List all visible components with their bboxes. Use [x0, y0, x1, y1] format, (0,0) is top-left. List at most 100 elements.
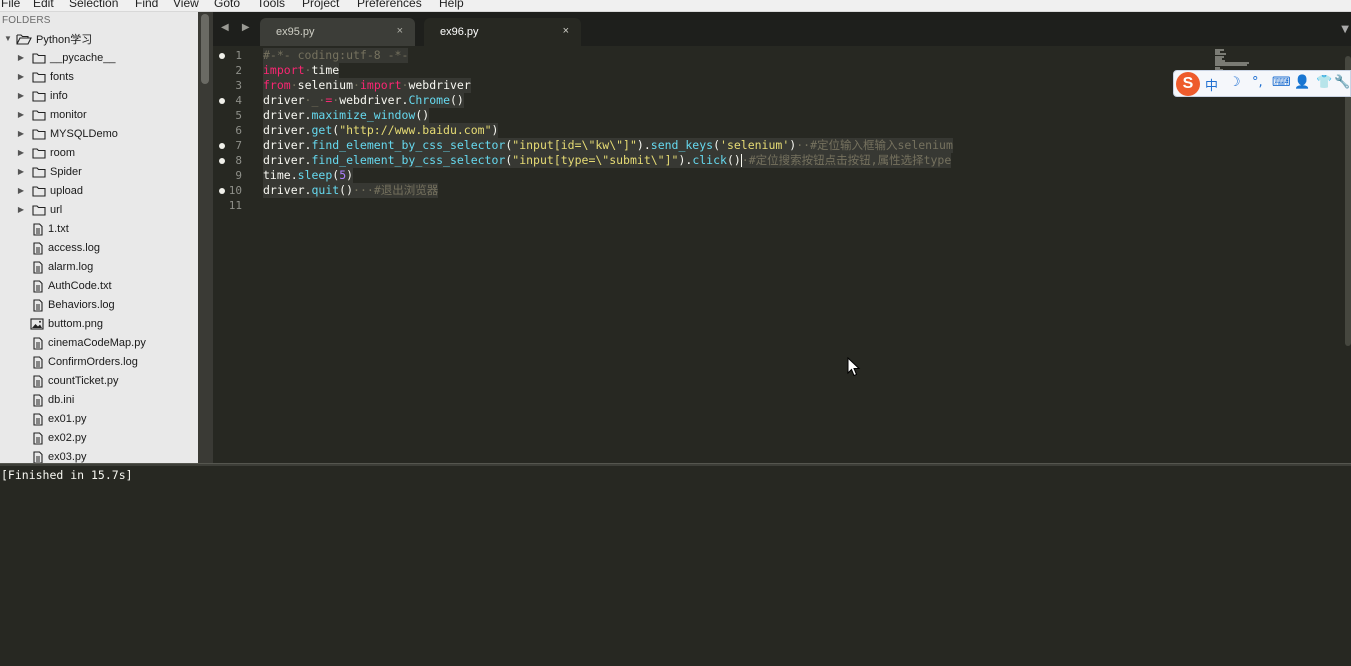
tree-root-folder[interactable]: ▼ Python学习 — [0, 29, 198, 48]
tree-file[interactable]: buttom.png — [0, 314, 198, 333]
menu-item-edit[interactable]: Edit — [33, 0, 54, 10]
file-icon — [32, 260, 44, 274]
tree-file[interactable]: 1.txt — [0, 219, 198, 238]
code-token: time. — [263, 168, 298, 182]
build-output-text: [Finished in 15.7s] — [1, 468, 133, 482]
code-token: click — [692, 153, 727, 167]
code-line[interactable]: driver.find_element_by_css_selector("inp… — [263, 138, 953, 153]
code-token: #定位输入框输入selenium — [810, 138, 953, 152]
chevron-right-icon[interactable]: ▶ — [16, 186, 26, 196]
tab-dropdown-icon[interactable]: ▼ — [1341, 24, 1349, 35]
tree-file[interactable]: ex03.py — [0, 447, 198, 463]
menu-item-selection[interactable]: Selection — [69, 0, 118, 10]
tree-file[interactable]: AuthCode.txt — [0, 276, 198, 295]
code-line[interactable]: driver.get("http://www.baidu.com") — [263, 123, 499, 138]
file-icon — [32, 412, 44, 426]
code-token: webdriver. — [339, 93, 409, 107]
menu-item-preferences[interactable]: Preferences — [357, 0, 422, 10]
editor-scrollbar[interactable] — [1345, 46, 1351, 463]
tree-file[interactable]: db.ini — [0, 390, 198, 409]
close-icon[interactable]: × — [397, 25, 403, 37]
menu-item-file[interactable]: File — [1, 0, 20, 10]
menu-item-view[interactable]: View — [173, 0, 199, 10]
menu-item-find[interactable]: Find — [135, 0, 158, 10]
code-token: time — [311, 63, 340, 77]
file-icon — [32, 279, 44, 293]
tree-folder[interactable]: ▶ url — [0, 200, 198, 219]
menu-item-help[interactable]: Help — [439, 0, 464, 10]
chevron-down-icon[interactable]: ▼ — [3, 34, 13, 44]
tree-item-label: ex02.py — [48, 431, 87, 444]
ime-skin-icon[interactable]: 👕 — [1316, 75, 1332, 90]
tree-file[interactable]: ConfirmOrders.log — [0, 352, 198, 371]
code-token: · — [353, 78, 360, 92]
code-line[interactable]: driver·_·=·webdriver.Chrome() — [263, 93, 464, 108]
chevron-right-icon[interactable]: ▶ — [16, 91, 26, 101]
line-gutter: 1 2 3 4 5 6 7 8 9 10 11 — [213, 46, 261, 463]
tree-folder[interactable]: ▶ fonts — [0, 67, 198, 86]
tree-file[interactable]: Behaviors.log — [0, 295, 198, 314]
line-number: 7 — [235, 139, 242, 152]
code-line[interactable]: driver.quit()···#退出浏览器 — [263, 183, 439, 198]
ime-keyboard-icon[interactable]: ⌨ — [1272, 75, 1291, 90]
tree-folder[interactable]: ▶ MYSQLDemo — [0, 124, 198, 143]
code-line[interactable]: #-*- coding:utf-8 -*- — [263, 48, 409, 63]
sogou-logo-icon[interactable]: S — [1176, 72, 1200, 96]
tree-file[interactable]: alarm.log — [0, 257, 198, 276]
folders-header: FOLDERS — [2, 15, 51, 26]
modified-line-dot-icon — [219, 187, 225, 194]
modified-line-dot-icon — [219, 157, 225, 164]
code-token: #-*- coding:utf-8 -*- — [263, 48, 409, 62]
menu-item-goto[interactable]: Goto — [214, 0, 240, 10]
tree-folder[interactable]: ▶ upload — [0, 181, 198, 200]
code-line[interactable]: time.sleep(5) — [263, 168, 354, 183]
ime-chinese-mode-icon[interactable]: 中 — [1205, 75, 1218, 94]
editor-scroll-thumb[interactable] — [1345, 56, 1351, 346]
sidebar-scrollbar[interactable] — [198, 12, 213, 463]
ime-punctuation-icon[interactable]: °, — [1252, 75, 1263, 90]
tree-folder[interactable]: ▶ info — [0, 86, 198, 105]
tab-ex95[interactable]: ex95.py × — [260, 18, 415, 46]
tab-nav-arrows[interactable]: ◀ ▶ — [221, 22, 255, 33]
tree-folder[interactable]: ▶ room — [0, 143, 198, 162]
ime-user-icon[interactable]: 👤 — [1294, 75, 1310, 90]
tree-file[interactable]: ex02.py — [0, 428, 198, 447]
modified-line-dot-icon — [219, 142, 225, 149]
chevron-right-icon[interactable]: ▶ — [16, 53, 26, 63]
tree-item-label: countTicket.py — [48, 374, 119, 387]
tree-item-label: Spider — [50, 165, 82, 178]
chevron-right-icon[interactable]: ▶ — [16, 148, 26, 158]
folder-icon — [32, 128, 46, 140]
chevron-right-icon[interactable]: ▶ — [16, 110, 26, 120]
tree-folder[interactable]: ▶ __pycache__ — [0, 48, 198, 67]
tree-file[interactable]: ex01.py — [0, 409, 198, 428]
code-line[interactable]: driver.maximize_window() — [263, 108, 430, 123]
code-token: · — [290, 78, 298, 92]
chevron-right-icon[interactable]: ▶ — [16, 72, 26, 82]
tree-file[interactable]: countTicket.py — [0, 371, 198, 390]
tree-folder[interactable]: ▶ monitor — [0, 105, 198, 124]
tree-item-label: fonts — [50, 70, 74, 83]
ime-moon-icon[interactable]: ☽ — [1229, 75, 1241, 90]
tree-item-label: buttom.png — [48, 317, 104, 330]
tree-file[interactable]: access.log — [0, 238, 198, 257]
ime-wrench-icon[interactable]: 🔧 — [1334, 75, 1350, 90]
menu-item-tools[interactable]: Tools — [257, 0, 285, 10]
tree-file[interactable]: cinemaCodeMap.py — [0, 333, 198, 352]
chevron-right-icon[interactable]: ▶ — [16, 129, 26, 139]
file-icon — [32, 298, 44, 312]
menu-item-project[interactable]: Project — [302, 0, 339, 10]
close-icon[interactable]: × — [563, 25, 569, 37]
code-line[interactable]: from·selenium·import·webdriver — [263, 78, 471, 93]
tab-ex96[interactable]: ex96.py × — [424, 18, 581, 46]
ime-toolbar[interactable]: S 中 ☽ °, ⌨ 👤 👕 🔧 — [1173, 70, 1351, 97]
file-icon — [32, 450, 44, 463]
line-number: 8 — [235, 154, 242, 167]
chevron-right-icon[interactable]: ▶ — [16, 167, 26, 177]
code-line[interactable]: import·time — [263, 63, 340, 78]
code-line[interactable]: driver.find_element_by_css_selector("inp… — [263, 153, 952, 168]
tree-folder[interactable]: ▶ Spider — [0, 162, 198, 181]
sidebar-scroll-thumb[interactable] — [201, 14, 209, 84]
chevron-right-icon[interactable]: ▶ — [16, 205, 26, 215]
code-editor[interactable]: 1 2 3 4 5 6 7 8 9 10 11 #-*- coding:utf-8 -*- impor… — [213, 46, 1351, 463]
